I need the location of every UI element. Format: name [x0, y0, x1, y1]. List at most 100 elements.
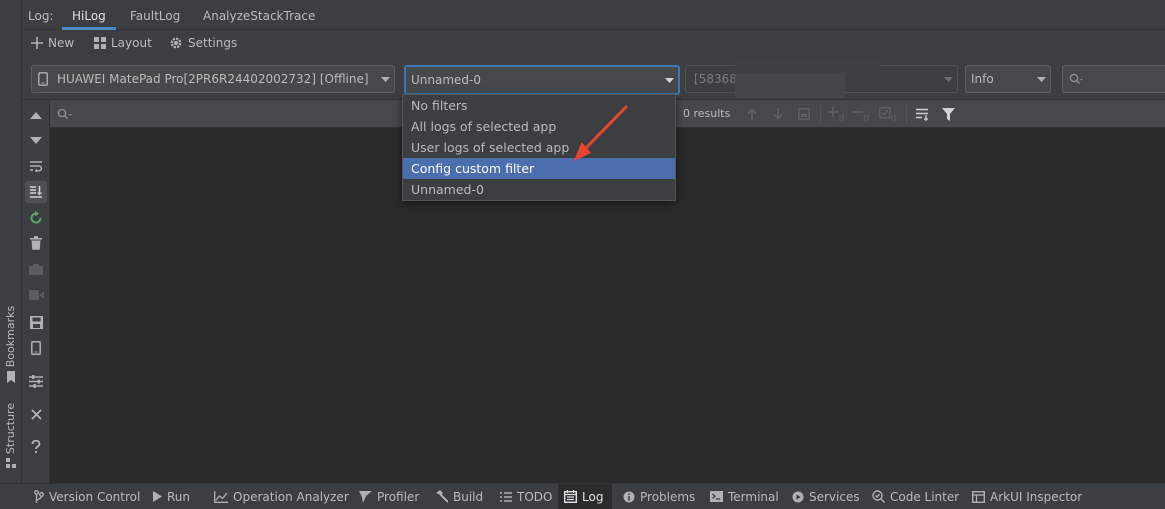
- soft-wrap-button[interactable]: [25, 155, 47, 177]
- soft-wrap-icon: [30, 161, 43, 172]
- bottom-item-operation-analyzer[interactable]: Operation Analyzer: [208, 484, 355, 509]
- tab-faultlog[interactable]: FaultLog: [120, 0, 190, 30]
- terminal-icon: [710, 491, 723, 502]
- save-log-button[interactable]: [25, 311, 47, 333]
- bottom-item-label: Build: [453, 489, 484, 504]
- tab-faultlog-label: FaultLog: [130, 9, 181, 23]
- inspector-grid-icon: [972, 490, 985, 503]
- new-button[interactable]: New: [31, 34, 74, 52]
- scroll-to-end-button[interactable]: [25, 181, 47, 203]
- bottom-item-label: TODO: [517, 489, 553, 504]
- select-all-icon: [879, 107, 896, 121]
- bottom-item-todo[interactable]: TODO: [494, 484, 558, 509]
- structure-tab[interactable]: Structure: [2, 402, 20, 454]
- bottom-item-label: Log: [582, 489, 604, 504]
- dropdown-item-label: Config custom filter: [411, 161, 535, 176]
- bottom-item-run[interactable]: Run: [147, 484, 196, 509]
- device-select[interactable]: HUAWEI MatePad Pro[2PR6R24402002732] [Of…: [31, 65, 395, 93]
- tab-hilog[interactable]: HiLog: [62, 0, 116, 30]
- dropdown-item-label: User logs of selected app: [411, 140, 570, 155]
- log-calendar-icon: [564, 490, 577, 503]
- bottom-item-label: ArkUI Inspector: [990, 489, 1083, 504]
- log-search-input[interactable]: [1062, 65, 1165, 93]
- sliders-icon: [29, 374, 43, 388]
- add-selection-next-button[interactable]: [828, 106, 846, 122]
- layout-grid-icon: [94, 37, 106, 49]
- screenshot-button[interactable]: [25, 258, 47, 280]
- tab-analyzestacktrace[interactable]: AnalyzeStackTrace: [193, 0, 325, 30]
- device-select-value: HUAWEI MatePad Pro[2PR6R24402002732] [Of…: [57, 72, 369, 86]
- dropdown-item-label: No filters: [411, 98, 468, 113]
- camera-icon: [29, 263, 43, 275]
- toolbar-divider: [906, 105, 907, 123]
- play-icon: [153, 491, 162, 502]
- trash-icon: [30, 236, 42, 250]
- remove-occurrence-icon: [853, 111, 869, 121]
- log-tool-buttons: [22, 100, 50, 483]
- bottom-item-problems[interactable]: Problems: [617, 484, 701, 509]
- filter-settings-button[interactable]: [25, 370, 47, 392]
- filter-select[interactable]: Unnamed-0: [404, 65, 680, 95]
- annotation-arrow: [574, 105, 628, 161]
- close-panel-button[interactable]: [25, 403, 47, 425]
- log-level-select[interactable]: Info: [965, 65, 1051, 93]
- chevron-down-icon: [660, 77, 678, 83]
- restart-button[interactable]: [25, 207, 47, 229]
- layout-button[interactable]: Layout: [94, 34, 152, 52]
- arrow-down-icon: [773, 108, 783, 120]
- triangle-down-icon: [30, 136, 42, 144]
- bottom-item-code-linter[interactable]: Code Linter: [866, 484, 965, 509]
- arrow-up-icon: [747, 108, 757, 120]
- screen-record-button[interactable]: [25, 284, 47, 306]
- magnifier-check-icon: [872, 490, 885, 503]
- bottom-item-log[interactable]: Log: [558, 484, 612, 509]
- bookmarks-tab[interactable]: Bookmarks: [2, 305, 20, 367]
- bottom-item-label: Operation Analyzer: [233, 489, 349, 504]
- chevron-down-icon: [1032, 76, 1050, 82]
- previous-occurrence-button[interactable]: [743, 106, 761, 122]
- scroll-down-button[interactable]: [25, 129, 47, 151]
- log-tabs-bar: Log: HiLog FaultLog AnalyzeStackTrace: [22, 0, 1165, 30]
- bottom-item-version-control[interactable]: Version Control: [28, 484, 146, 509]
- bottom-item-label: Terminal: [728, 489, 779, 504]
- settings-button[interactable]: Settings: [169, 34, 237, 52]
- scroll-up-button[interactable]: [25, 104, 47, 126]
- structure-icon: [6, 458, 17, 469]
- select-all-matches-button[interactable]: [879, 106, 897, 122]
- bottom-tool-bar: Version Control Run Operation Analyzer P…: [0, 483, 1165, 509]
- profiler-icon: [359, 490, 372, 503]
- chevron-down-icon: [939, 76, 957, 82]
- video-camera-icon: [28, 290, 44, 300]
- redaction-block: [735, 73, 845, 98]
- log-prefix-label: Log:: [28, 9, 54, 23]
- new-label: New: [48, 36, 75, 50]
- search-icon[interactable]: [57, 108, 73, 120]
- scroll-to-end-icon: [30, 186, 42, 198]
- tablet-icon: [32, 72, 48, 86]
- bottom-item-terminal[interactable]: Terminal: [704, 484, 785, 509]
- layout-label: Layout: [111, 36, 152, 50]
- clear-log-button[interactable]: [25, 232, 47, 254]
- gear-icon: [170, 37, 182, 49]
- bottom-item-label: Code Linter: [890, 489, 960, 504]
- select-all-occurrences-button[interactable]: [795, 106, 813, 122]
- hammer-icon: [436, 490, 448, 503]
- tab-analyzestacktrace-label: AnalyzeStackTrace: [203, 9, 316, 23]
- services-play-icon: [792, 491, 804, 502]
- dropdown-item-unnamed-0[interactable]: Unnamed-0: [403, 179, 675, 200]
- triangle-up-icon: [30, 111, 42, 119]
- next-occurrence-button[interactable]: [769, 106, 787, 122]
- bottom-item-build[interactable]: Build: [429, 484, 489, 509]
- bottom-item-services[interactable]: Services: [786, 484, 866, 509]
- device-button[interactable]: [25, 337, 47, 359]
- filter-search-results-button[interactable]: [914, 106, 932, 122]
- select-occurrences-icon: [798, 108, 810, 120]
- tab-hilog-label: HiLog: [72, 9, 106, 23]
- help-button[interactable]: [25, 436, 47, 458]
- left-tool-strip: Bookmarks Structure: [0, 0, 22, 483]
- log-actions-bar: New Layout Settings: [22, 30, 1165, 56]
- filter-button[interactable]: [939, 106, 957, 122]
- bottom-item-arkui-inspector[interactable]: ArkUI Inspector: [966, 484, 1088, 509]
- unselect-occurrence-button[interactable]: [853, 106, 871, 122]
- bottom-item-profiler[interactable]: Profiler: [353, 484, 425, 509]
